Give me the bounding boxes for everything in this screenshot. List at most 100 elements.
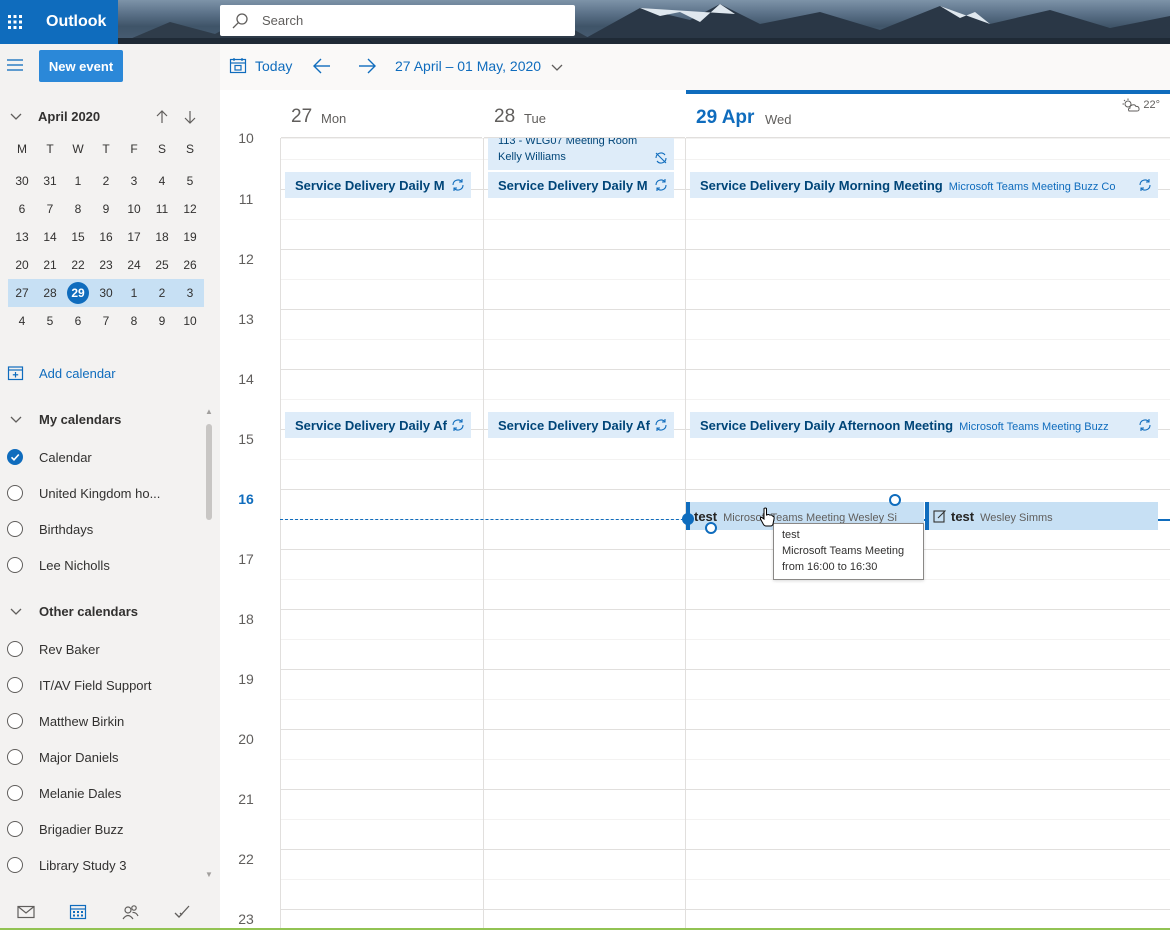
mini-calendar-day[interactable]: 10 xyxy=(120,195,148,223)
mini-calendar-day[interactable]: 27 xyxy=(8,279,36,307)
mini-calendar-day[interactable]: 12 xyxy=(176,195,204,223)
unchecked-circle-icon[interactable] xyxy=(7,677,23,693)
mini-calendar-month[interactable]: April 2020 xyxy=(38,109,100,124)
mini-calendar-day[interactable]: 3 xyxy=(176,279,204,307)
mail-icon[interactable] xyxy=(17,905,35,919)
mini-calendar-day[interactable]: 22 xyxy=(64,251,92,279)
mini-calendar-day[interactable]: 8 xyxy=(120,307,148,335)
mini-calendar-day[interactable]: 1 xyxy=(64,167,92,195)
mini-calendar-day[interactable]: 6 xyxy=(64,307,92,335)
unchecked-circle-icon[interactable] xyxy=(7,749,23,765)
event-service-delivery-morning-tue[interactable]: Service Delivery Daily M xyxy=(488,172,674,198)
previous-week-arrow-icon[interactable] xyxy=(312,57,332,75)
mini-calendar-day[interactable]: 23 xyxy=(92,251,120,279)
event-meeting-room-kelly-williams[interactable]: 113 - WLG07 Meeting Room Kelly Williams xyxy=(488,138,674,170)
mini-calendar-day[interactable]: 2 xyxy=(92,167,120,195)
search-box[interactable] xyxy=(220,5,575,36)
calendar-item-melanie-dales[interactable]: Melanie Dales xyxy=(0,779,205,807)
calendar-item-brigadier-buzz[interactable]: Brigadier Buzz xyxy=(0,815,205,843)
mini-calendar-day[interactable]: 29 xyxy=(64,279,92,307)
unchecked-circle-icon[interactable] xyxy=(7,821,23,837)
unchecked-circle-icon[interactable] xyxy=(7,485,23,501)
mini-calendar-day[interactable]: 3 xyxy=(120,167,148,195)
unchecked-circle-icon[interactable] xyxy=(7,713,23,729)
mini-calendar-day[interactable]: 21 xyxy=(36,251,64,279)
search-input[interactable] xyxy=(262,13,562,28)
mini-calendar-day[interactable]: 25 xyxy=(148,251,176,279)
calendar-item-it-av-field-support[interactable]: IT/AV Field Support xyxy=(0,671,205,699)
mini-calendar-day[interactable]: 30 xyxy=(92,279,120,307)
date-range-selector[interactable]: 27 April – 01 May, 2020 xyxy=(395,58,541,74)
mini-calendar-day[interactable]: 5 xyxy=(36,307,64,335)
other-calendars-group[interactable]: Other calendars xyxy=(0,600,210,624)
sidebar-scrollbar-thumb[interactable] xyxy=(206,424,212,520)
mini-calendar-day[interactable]: 26 xyxy=(176,251,204,279)
mini-calendar-day[interactable]: 16 xyxy=(92,223,120,251)
day-header-mon[interactable]: 27 Mon xyxy=(281,90,482,138)
event-service-delivery-afternoon-tue[interactable]: Service Delivery Daily Af xyxy=(488,412,674,438)
mini-calendar-day[interactable]: 2 xyxy=(148,279,176,307)
previous-month-icon[interactable] xyxy=(155,109,169,125)
today-button[interactable]: Today xyxy=(229,57,292,75)
calendar-item-rev-baker[interactable]: Rev Baker xyxy=(0,635,205,663)
unchecked-circle-icon[interactable] xyxy=(7,857,23,873)
scroll-down-arrow-icon[interactable]: ▼ xyxy=(205,870,213,879)
calendar-item-uk-holidays[interactable]: United Kingdom ho... xyxy=(0,479,205,507)
new-event-button[interactable]: New event xyxy=(39,50,123,82)
people-icon[interactable] xyxy=(121,903,139,921)
mini-calendar-day[interactable]: 13 xyxy=(8,223,36,251)
calendar-item-library-study-3[interactable]: Library Study 3 xyxy=(0,851,205,879)
chevron-down-icon[interactable] xyxy=(550,61,564,75)
add-calendar-link[interactable]: Add calendar xyxy=(0,362,220,386)
mini-calendar-day[interactable]: 6 xyxy=(8,195,36,223)
next-month-icon[interactable] xyxy=(183,109,197,125)
mini-calendar-day[interactable]: 17 xyxy=(120,223,148,251)
unchecked-circle-icon[interactable] xyxy=(7,785,23,801)
mini-calendar-day[interactable]: 5 xyxy=(176,167,204,195)
day-header-tue[interactable]: 28 Tue xyxy=(484,90,685,138)
hamburger-menu-icon[interactable] xyxy=(6,56,24,74)
calendar-item-calendar[interactable]: Calendar xyxy=(0,443,205,471)
resize-handle-bottom[interactable] xyxy=(705,522,717,534)
calendar-item-birthdays[interactable]: Birthdays xyxy=(0,515,205,543)
mini-calendar-day[interactable]: 9 xyxy=(148,307,176,335)
next-week-arrow-icon[interactable] xyxy=(357,57,377,75)
mini-calendar-day[interactable]: 24 xyxy=(120,251,148,279)
mini-calendar-day[interactable]: 1 xyxy=(120,279,148,307)
mini-calendar-day[interactable]: 31 xyxy=(36,167,64,195)
event-test-wesley-simms[interactable]: test Wesley Simms xyxy=(925,502,1158,530)
mini-calendar-day[interactable]: 20 xyxy=(8,251,36,279)
checked-circle-icon[interactable] xyxy=(7,449,23,465)
event-service-delivery-afternoon-wed[interactable]: Service Delivery Daily Afternoon Meeting… xyxy=(690,412,1158,438)
calendar-item-major-daniels[interactable]: Major Daniels xyxy=(0,743,205,771)
event-service-delivery-morning-wed[interactable]: Service Delivery Daily Morning Meeting Mi… xyxy=(690,172,1158,198)
unchecked-circle-icon[interactable] xyxy=(7,521,23,537)
mini-calendar-day[interactable]: 18 xyxy=(148,223,176,251)
event-service-delivery-afternoon-mon[interactable]: Service Delivery Daily Af xyxy=(285,412,471,438)
unchecked-circle-icon[interactable] xyxy=(7,557,23,573)
app-name[interactable]: Outlook xyxy=(30,0,118,44)
day-header-wed-today[interactable]: 29 Apr Wed 22° xyxy=(686,90,1170,138)
mini-calendar-day[interactable]: 4 xyxy=(148,167,176,195)
mini-calendar-day[interactable]: 10 xyxy=(176,307,204,335)
mini-calendar-day[interactable]: 28 xyxy=(36,279,64,307)
mini-calendar-day[interactable]: 8 xyxy=(64,195,92,223)
mini-calendar-day[interactable]: 19 xyxy=(176,223,204,251)
mini-calendar-day[interactable]: 4 xyxy=(8,307,36,335)
tasks-icon[interactable] xyxy=(173,903,191,921)
time-grid[interactable]: 113 - WLG07 Meeting Room Kelly Williams … xyxy=(280,138,1170,930)
app-launcher-button[interactable] xyxy=(0,0,30,44)
mini-calendar-day[interactable]: 30 xyxy=(8,167,36,195)
resize-handle-top[interactable] xyxy=(889,494,901,506)
scroll-up-arrow-icon[interactable]: ▲ xyxy=(205,407,213,416)
unchecked-circle-icon[interactable] xyxy=(7,641,23,657)
mini-calendar-day[interactable]: 14 xyxy=(36,223,64,251)
chevron-down-icon[interactable] xyxy=(9,110,23,124)
calendar-item-matthew-birkin[interactable]: Matthew Birkin xyxy=(0,707,205,735)
calendar-icon[interactable] xyxy=(69,903,87,921)
calendar-item-lee-nicholls[interactable]: Lee Nicholls xyxy=(0,551,205,579)
mini-calendar-day[interactable]: 11 xyxy=(148,195,176,223)
mini-calendar-day[interactable]: 7 xyxy=(36,195,64,223)
weather-indicator[interactable]: 22° xyxy=(1122,98,1160,112)
event-service-delivery-morning-mon[interactable]: Service Delivery Daily M xyxy=(285,172,471,198)
